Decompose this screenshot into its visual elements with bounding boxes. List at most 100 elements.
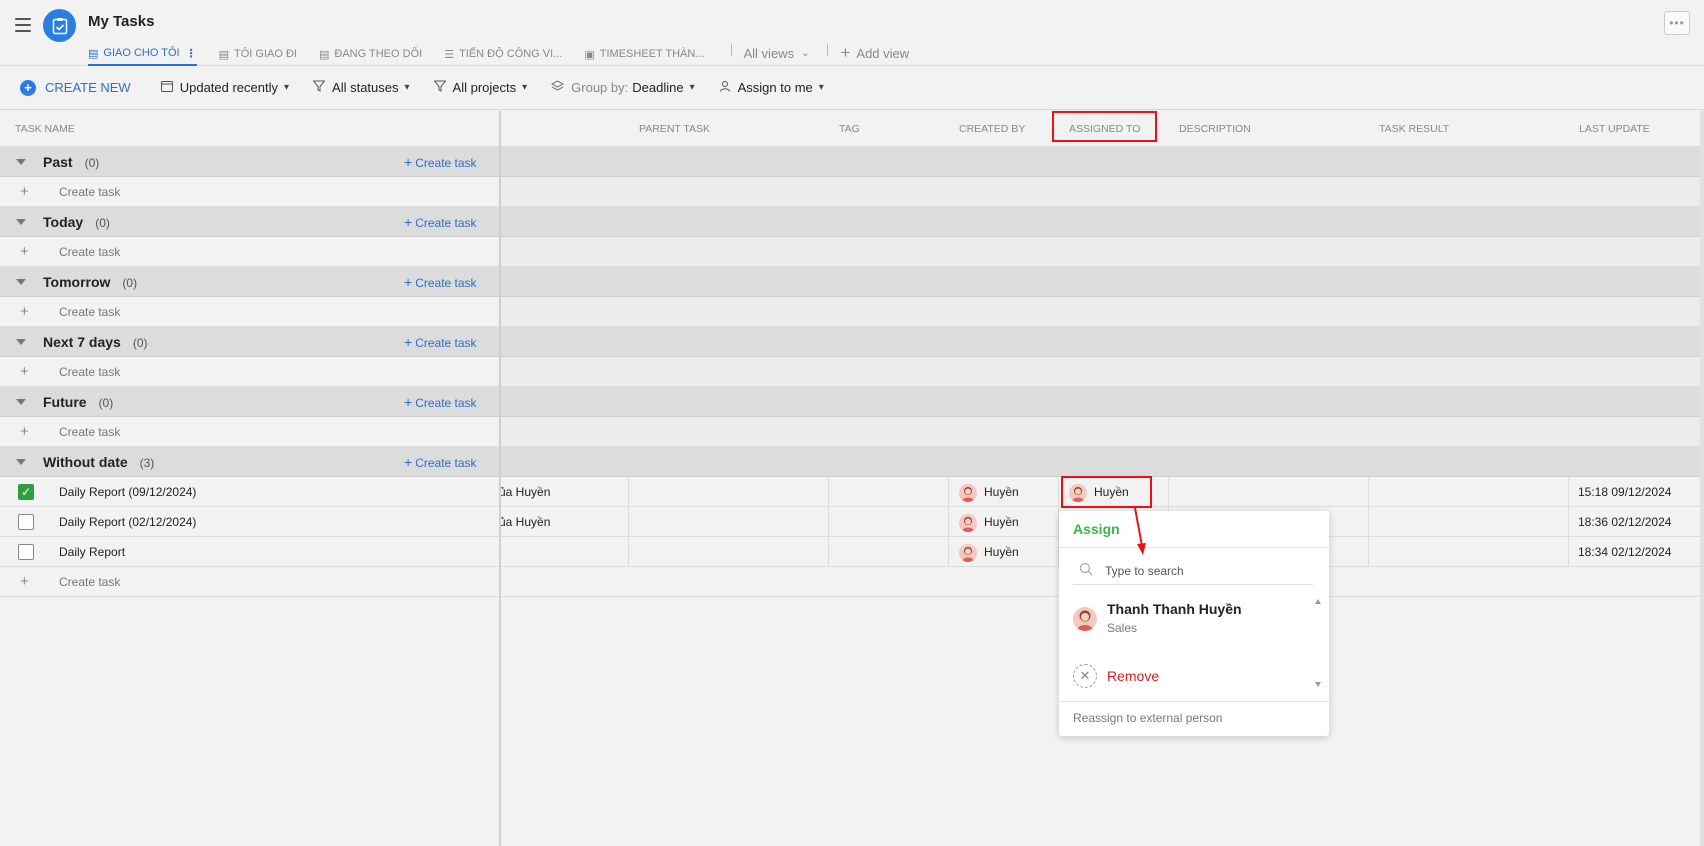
sort-dropdown[interactable]: Updated recently ▾	[160, 80, 290, 95]
chevron-down-icon: ▾	[284, 82, 290, 93]
create-task-row[interactable]: + Create task	[0, 567, 500, 597]
caret-down-icon[interactable]	[16, 399, 26, 405]
created-by-cell: Huyền	[984, 485, 1019, 499]
plus-icon: +	[404, 333, 413, 350]
assign-filter-dropdown[interactable]: Assign to me ▾	[719, 80, 824, 95]
create-task-row[interactable]: + Create task	[0, 237, 500, 267]
group-row-band	[501, 327, 1704, 357]
add-view-button[interactable]: + Add view	[840, 42, 909, 64]
plus-icon: +	[404, 273, 413, 290]
remove-assignee-option[interactable]: ✕ Remove	[1073, 664, 1273, 688]
tab-options-icon[interactable]: ⋮	[186, 47, 197, 60]
group-create-task-link[interactable]: + Create task	[404, 214, 477, 230]
created-by-cell: Huyền	[984, 545, 1019, 559]
group-row-future[interactable]: Future (0) + Create task	[0, 387, 500, 417]
assign-popup-title: Assign	[1073, 521, 1120, 537]
all-views-dropdown[interactable]: All views ⌄	[744, 42, 810, 64]
group-row-tomorrow[interactable]: Tomorrow (0) + Create task	[0, 267, 500, 297]
tab-timesheet[interactable]: ▣ TIMESHEET THÀN...	[584, 42, 704, 66]
column-header-parent-task[interactable]: PARENT TASK	[639, 123, 710, 135]
create-task-row[interactable]: + Create task	[0, 297, 500, 327]
create-task-row[interactable]: + Create task	[0, 177, 500, 207]
assignee-role: Sales	[1107, 621, 1138, 635]
last-update-cell: 15:18 09/12/2024	[1578, 485, 1672, 499]
assign-popup: Assign Thanh Thanh Huyền Sales ✕ Remove …	[1059, 511, 1329, 736]
plus-icon: +	[20, 363, 29, 380]
avatar	[1073, 607, 1097, 631]
gantt-icon: ☰	[444, 48, 455, 61]
group-row-band	[501, 387, 1704, 417]
last-update-cell: 18:34 02/12/2024	[1578, 545, 1672, 559]
toolbar: + CREATE NEW Updated recently ▾ All stat…	[0, 66, 1704, 110]
scroll-down-icon[interactable]	[1315, 682, 1321, 687]
assign-search-field[interactable]	[1073, 557, 1313, 585]
group-create-task-link[interactable]: + Create task	[404, 334, 477, 350]
task-row[interactable]: Daily Report	[0, 537, 500, 567]
tab-toi-giao-di[interactable]: ▤ TÔI GIAO ĐI	[219, 42, 297, 66]
divider	[1059, 701, 1329, 702]
task-checkbox[interactable]	[18, 513, 34, 530]
close-icon: ✕	[1073, 664, 1097, 688]
layers-icon	[551, 80, 565, 95]
scroll-up-icon[interactable]	[1315, 599, 1321, 604]
status-filter-dropdown[interactable]: All statuses ▾	[312, 80, 410, 95]
caret-down-icon[interactable]	[16, 339, 26, 345]
caret-down-icon[interactable]	[16, 159, 26, 165]
column-header-created-by[interactable]: CREATED BY	[959, 123, 1025, 135]
assignee-name: Thanh Thanh Huyền	[1107, 601, 1242, 617]
chevron-down-icon: ▾	[404, 82, 410, 93]
group-create-task-link[interactable]: + Create task	[404, 454, 477, 470]
page-title: My Tasks	[88, 13, 155, 30]
column-header-task-result[interactable]: TASK RESULT	[1379, 123, 1449, 135]
highlight-assigned-to-header	[1052, 111, 1157, 142]
avatar	[959, 484, 977, 502]
chevron-down-icon: ⌄	[801, 47, 810, 59]
plus-icon: +	[20, 183, 29, 200]
create-task-row[interactable]: + Create task	[0, 357, 500, 387]
assignee-option[interactable]: Thanh Thanh Huyền Sales	[1073, 601, 1303, 643]
popup-scrollbar[interactable]	[1313, 599, 1323, 687]
chevron-down-icon: ▾	[522, 82, 528, 93]
tasks-app-icon	[43, 9, 76, 42]
tab-dang-theo-doi[interactable]: ▤ ĐANG THEO DÕI	[319, 42, 422, 66]
caret-down-icon[interactable]	[16, 459, 26, 465]
project-filter-dropdown[interactable]: All projects ▾	[432, 80, 528, 95]
group-row-without-date[interactable]: Without date (3) + Create task	[0, 447, 500, 477]
caret-down-icon[interactable]	[16, 279, 26, 285]
group-row-past[interactable]: Past (0) + Create task	[0, 147, 500, 177]
task-name-pane: TASK NAME Past (0) + Create task + Create …	[0, 111, 500, 846]
group-by-dropdown[interactable]: Group by: Deadline ▾	[551, 80, 695, 95]
plus-icon: +	[404, 393, 413, 410]
table-icon: ▤	[218, 48, 230, 61]
column-header-task-name[interactable]: TASK NAME	[0, 111, 500, 147]
more-options-button[interactable]: •••	[1664, 11, 1690, 35]
menu-icon[interactable]	[15, 18, 31, 32]
caret-down-icon[interactable]	[16, 219, 26, 225]
vertical-scrollbar[interactable]	[1700, 111, 1704, 846]
assign-search-input[interactable]	[1105, 563, 1295, 578]
task-row[interactable]: Daily Report (02/12/2024)	[0, 507, 500, 537]
reassign-external-link[interactable]: Reassign to external person	[1073, 711, 1222, 725]
create-row-band	[501, 297, 1704, 327]
group-create-task-link[interactable]: + Create task	[404, 154, 477, 170]
task-row[interactable]: ✓ Daily Report (09/12/2024)	[0, 477, 500, 507]
column-header-last-update[interactable]: LAST UPDATE	[1579, 123, 1650, 135]
column-header-description[interactable]: DESCRIPTION	[1179, 123, 1251, 135]
task-checkbox[interactable]: ✓	[18, 483, 34, 500]
group-create-task-link[interactable]: + Create task	[404, 394, 477, 410]
chevron-down-icon: ▾	[818, 82, 824, 93]
project-cell[interactable]: ủa Huyền	[501, 515, 550, 529]
tab-giao-cho-toi[interactable]: ▤ GIAO CHO TÔI ⋮	[88, 42, 197, 66]
create-new-button[interactable]: + CREATE NEW	[20, 79, 131, 96]
plus-icon: +	[404, 213, 413, 230]
group-create-task-link[interactable]: + Create task	[404, 274, 477, 290]
task-checkbox[interactable]	[18, 543, 34, 560]
create-task-row[interactable]: + Create task	[0, 417, 500, 447]
group-row-next-7-days[interactable]: Next 7 days (0) + Create task	[0, 327, 500, 357]
project-cell[interactable]: ủa Huyền	[501, 485, 550, 499]
group-row-today[interactable]: Today (0) + Create task	[0, 207, 500, 237]
column-header-tag[interactable]: TAG	[839, 123, 860, 135]
table-icon: ▤	[88, 47, 99, 60]
created-by-cell: Huyền	[984, 515, 1019, 529]
tab-tien-do-cong-viec[interactable]: ☰ TIẾN ĐỘ CÔNG VI...	[444, 42, 562, 66]
